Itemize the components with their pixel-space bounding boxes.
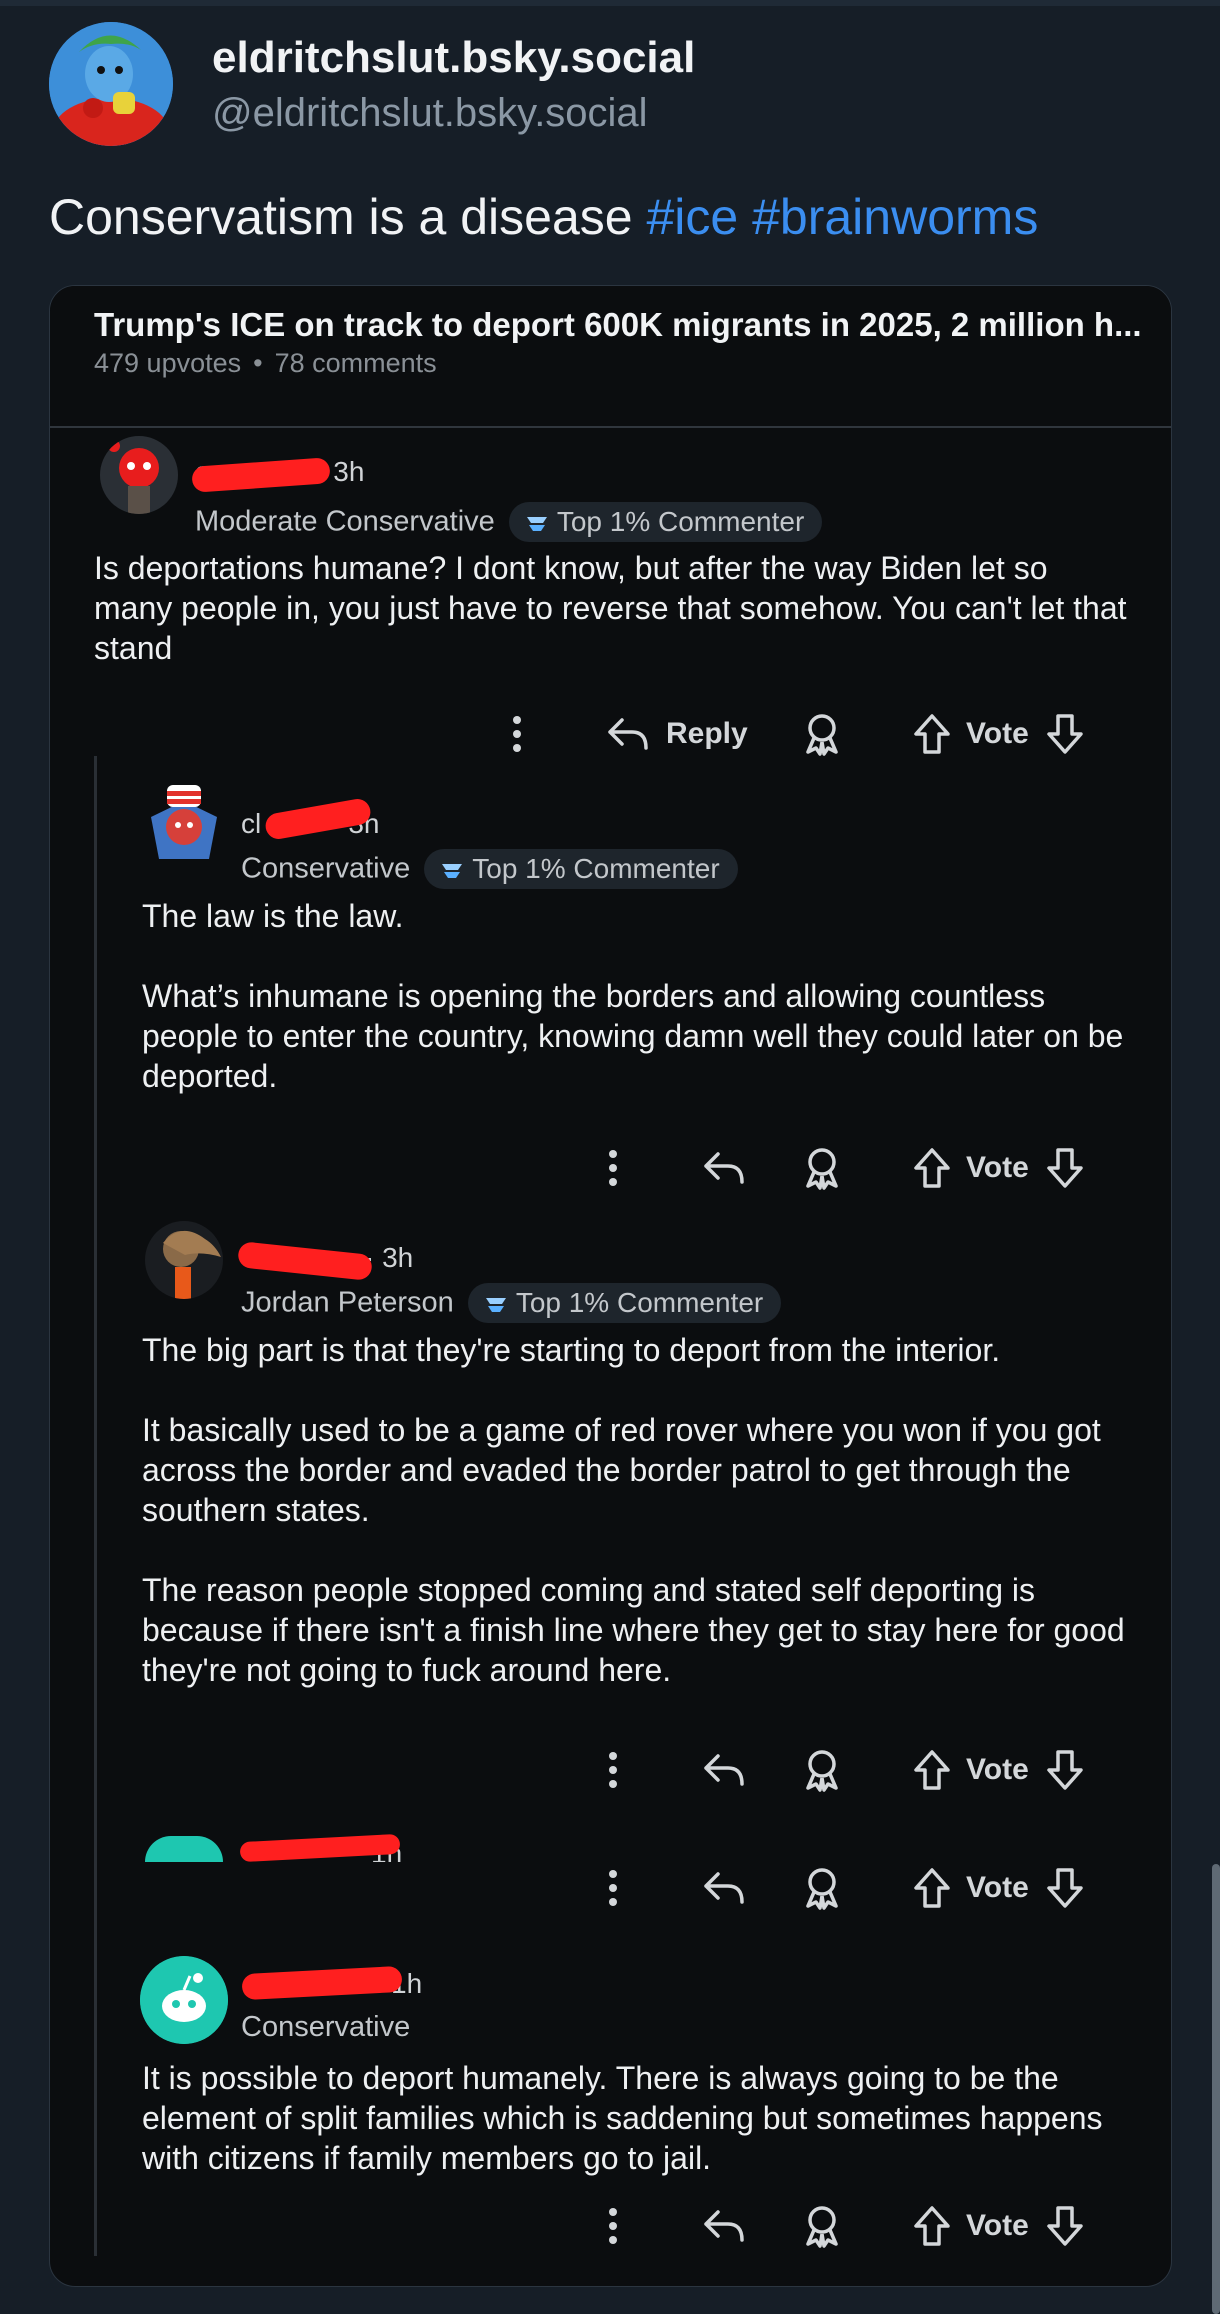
comment-body: The law is the law. What’s inhumane is o… [142,898,1124,1094]
embedded-image[interactable]: Trump's ICE on track to deport 600K migr… [49,285,1172,2287]
flair-row: Conservative [241,2011,410,2044]
award-icon [806,1868,838,1910]
comment-time: 3h [333,456,365,487]
vote-group: Vote [912,1860,1085,1916]
reply-button[interactable]: Reply [606,706,748,762]
vote-label: Vote [966,1753,1029,1786]
post-text: Conservatism is a disease #ice #brainwor… [49,186,1038,248]
snoo-avatar-icon [100,436,178,514]
author-display-name[interactable]: eldritchslut.bsky.social [212,30,695,86]
vote-group: Vote [912,706,1085,762]
vote-label: Vote [966,1871,1029,1904]
flair-row: Conservative Top 1% Commenter [241,849,738,889]
thread-header: Trump's ICE on track to deport 600K migr… [50,286,1171,428]
snoo-avatar-icon [145,1221,223,1299]
snoo-avatar-icon [140,1956,228,2044]
vote-group: Vote [912,1140,1085,1196]
award-button[interactable] [802,2198,842,2254]
top-divider [0,0,1220,6]
more-options-button[interactable] [606,1742,620,1798]
flair-row: Jordan Peterson Top 1% Commenter [241,1283,782,1323]
downvote-icon[interactable] [1045,712,1085,756]
award-icon [806,714,838,756]
comment-actions: Vote [50,2198,1171,2254]
vote-group: Vote [912,2198,1085,2254]
top-commenter-badge: Top 1% Commenter [467,1283,782,1323]
vote-label: Vote [966,717,1029,750]
vote-label: Vote [966,2209,1029,2242]
badge-icon [526,516,547,531]
thread-meta: 479 upvotes • 78 comments [94,348,437,379]
badge-icon [442,863,463,878]
comment-actions: Vote [50,1860,1171,1916]
upvote-icon[interactable] [912,1146,952,1190]
upvote-icon[interactable] [912,712,952,756]
comment-actions: Reply Vote [50,706,1171,762]
award-icon [806,1148,838,1190]
hashtag-brainworms[interactable]: #brainworms [752,189,1038,245]
downvote-icon[interactable] [1045,1748,1085,1792]
comment-body: It is possible to deport humanely. There… [142,2060,1103,2176]
snoo-avatar-icon [145,1836,223,1862]
award-button[interactable] [802,1860,842,1916]
author-avatar-image [49,22,173,146]
reply-icon [704,1754,744,1786]
award-icon [806,1750,838,1792]
reply-icon [608,718,648,750]
reply-icon [704,1872,744,1904]
upvote-icon[interactable] [912,1748,952,1792]
award-button[interactable] [802,1140,842,1196]
scrollbar[interactable] [1212,1864,1220,2314]
award-button[interactable] [802,706,842,762]
reply-button[interactable] [702,1860,746,1916]
reply-button[interactable] [702,1140,746,1196]
meta-separator: • [253,348,263,378]
more-icon [609,1150,617,1186]
comment-count: 78 comments [274,348,437,378]
hashtag-ice[interactable]: #ice [646,189,738,245]
vote-label: Vote [966,1151,1029,1184]
more-icon [609,2208,617,2244]
vote-group: Vote [912,1742,1085,1798]
reply-button[interactable] [702,1742,746,1798]
post-body: Conservatism is a disease [49,189,647,245]
more-options-button[interactable] [606,1140,620,1196]
top-commenter-badge: Top 1% Commenter [424,849,738,889]
more-options-button[interactable] [606,2198,620,2254]
comment-body: The big part is that they're starting to… [142,1332,1125,1688]
thread-title: Trump's ICE on track to deport 600K migr… [94,306,1142,343]
upvote-count: 479 upvotes [94,348,242,378]
snoo-avatar-icon [145,781,223,859]
reply-icon [704,1152,744,1184]
author-info: eldritchslut.bsky.social @eldritchslut.b… [212,30,695,140]
award-icon [806,2206,838,2248]
thread-line [94,756,97,2256]
top-commenter-badge: Top 1% Commenter [508,502,823,542]
more-options-button[interactable] [606,1860,620,1916]
downvote-icon[interactable] [1045,2204,1085,2248]
comment-body: Is deportations humane? I dont know, but… [94,550,1127,666]
downvote-icon[interactable] [1045,1866,1085,1910]
comment-actions: Vote [50,1140,1171,1196]
upvote-icon[interactable] [912,1866,952,1910]
user-flair: Conservative [241,852,411,885]
reply-icon [704,2210,744,2242]
more-icon [609,1752,617,1788]
user-flair: Conservative [241,2011,411,2043]
author-handle[interactable]: @eldritchslut.bsky.social [212,86,695,140]
comment-actions: Vote [50,1742,1171,1798]
more-icon [513,716,521,752]
user-flair: Jordan Peterson [241,1286,454,1319]
award-button[interactable] [802,1742,842,1798]
more-icon [609,1870,617,1906]
more-options-button[interactable] [510,706,524,762]
user-flair: Moderate Conservative [195,505,495,538]
author-avatar[interactable] [49,22,173,146]
downvote-icon[interactable] [1045,1146,1085,1190]
upvote-icon[interactable] [912,2204,952,2248]
reply-button[interactable] [702,2198,746,2254]
comment-time: 3h [382,1242,414,1273]
badge-icon [485,1297,506,1312]
flair-row: Moderate Conservative Top 1% Commenter [195,502,823,542]
